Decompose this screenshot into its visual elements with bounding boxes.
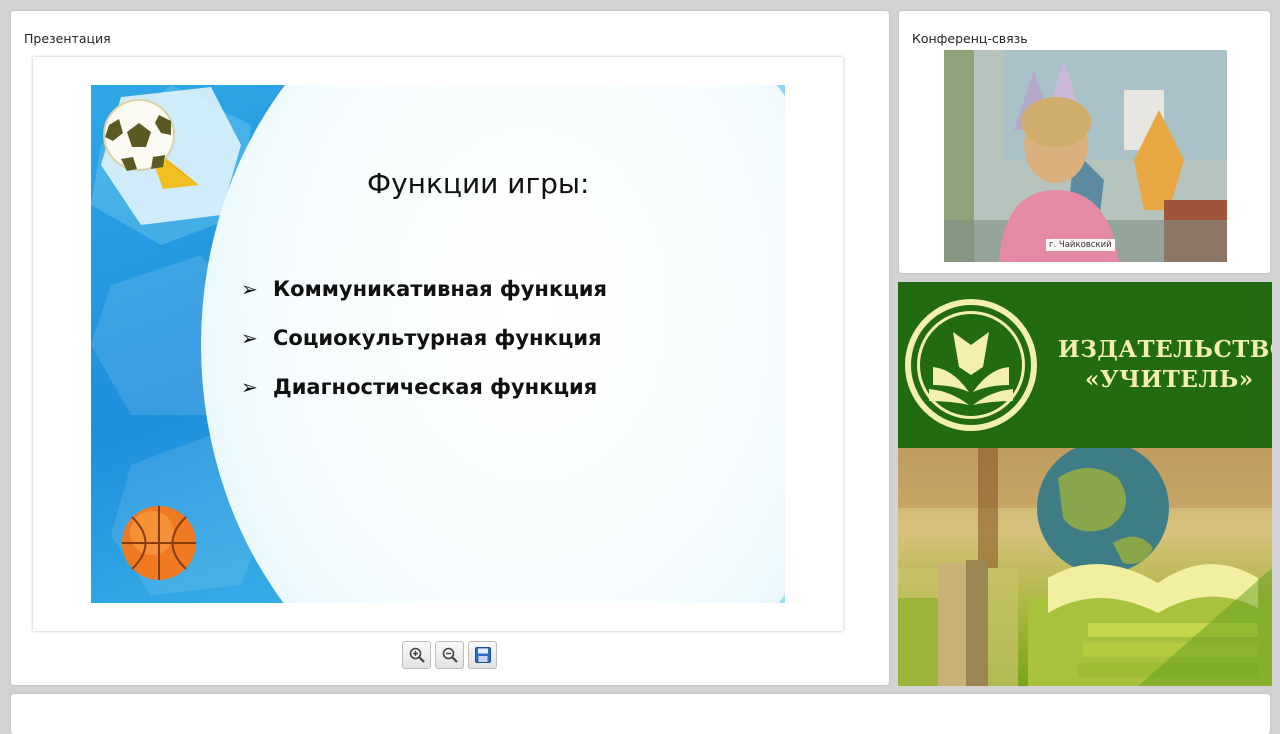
arrow-bullet-icon: ➢ — [241, 326, 258, 350]
banner-header: ИЗДАТЕЛЬСТВО «УЧИТЕЛЬ» — [898, 282, 1272, 448]
slide-list-item: ➢ Диагностическая функция — [241, 375, 597, 399]
slide-list-item-text: Коммуникативная функция — [273, 277, 607, 301]
slide: Функции игры: ➢ Коммуникативная функция ➢… — [91, 85, 785, 603]
slide-title: Функции игры: — [367, 167, 590, 200]
soccer-ball-icon — [103, 99, 199, 189]
slide-list-item: ➢ Коммуникативная функция — [241, 277, 607, 301]
basketball-icon — [122, 506, 196, 580]
presentation-panel-title: Презентация — [24, 31, 111, 46]
banner-photo — [898, 448, 1272, 686]
bottom-panel — [11, 694, 1270, 734]
participant-location-label: г. Чайковский — [1046, 239, 1115, 251]
zoom-out-icon — [442, 647, 458, 663]
zoom-in-button[interactable] — [402, 641, 431, 669]
floppy-disk-icon — [474, 647, 491, 663]
conference-panel: Конференц-связь г. Чайковский — [899, 11, 1270, 273]
save-button[interactable] — [468, 641, 497, 669]
video-frame-image — [944, 50, 1227, 262]
publisher-logo-icon — [905, 299, 1037, 431]
participant-video: г. Чайковский — [944, 50, 1227, 262]
banner-publisher-name: ИЗДАТЕЛЬСТВО — [1058, 336, 1272, 363]
slide-list-item: ➢ Социокультурная функция — [241, 326, 602, 350]
arrow-bullet-icon: ➢ — [241, 277, 258, 301]
conference-panel-title: Конференц-связь — [912, 31, 1028, 46]
slide-list-item-text: Диагностическая функция — [273, 375, 598, 399]
zoom-in-icon — [409, 647, 425, 663]
globe-and-books-image — [898, 448, 1272, 686]
zoom-out-button[interactable] — [435, 641, 464, 669]
presentation-panel: Презентация Функции игры: ➢ Коммуникатив… — [11, 11, 889, 685]
publisher-banner[interactable]: ИЗДАТЕЛЬСТВО «УЧИТЕЛЬ» — [898, 282, 1272, 686]
slide-list-item-text: Социокультурная функция — [273, 326, 602, 350]
banner-publisher-subtitle: «УЧИТЕЛЬ» — [1085, 366, 1254, 393]
arrow-bullet-icon: ➢ — [241, 375, 258, 399]
slide-viewport: Функции игры: ➢ Коммуникативная функция ➢… — [33, 57, 843, 631]
